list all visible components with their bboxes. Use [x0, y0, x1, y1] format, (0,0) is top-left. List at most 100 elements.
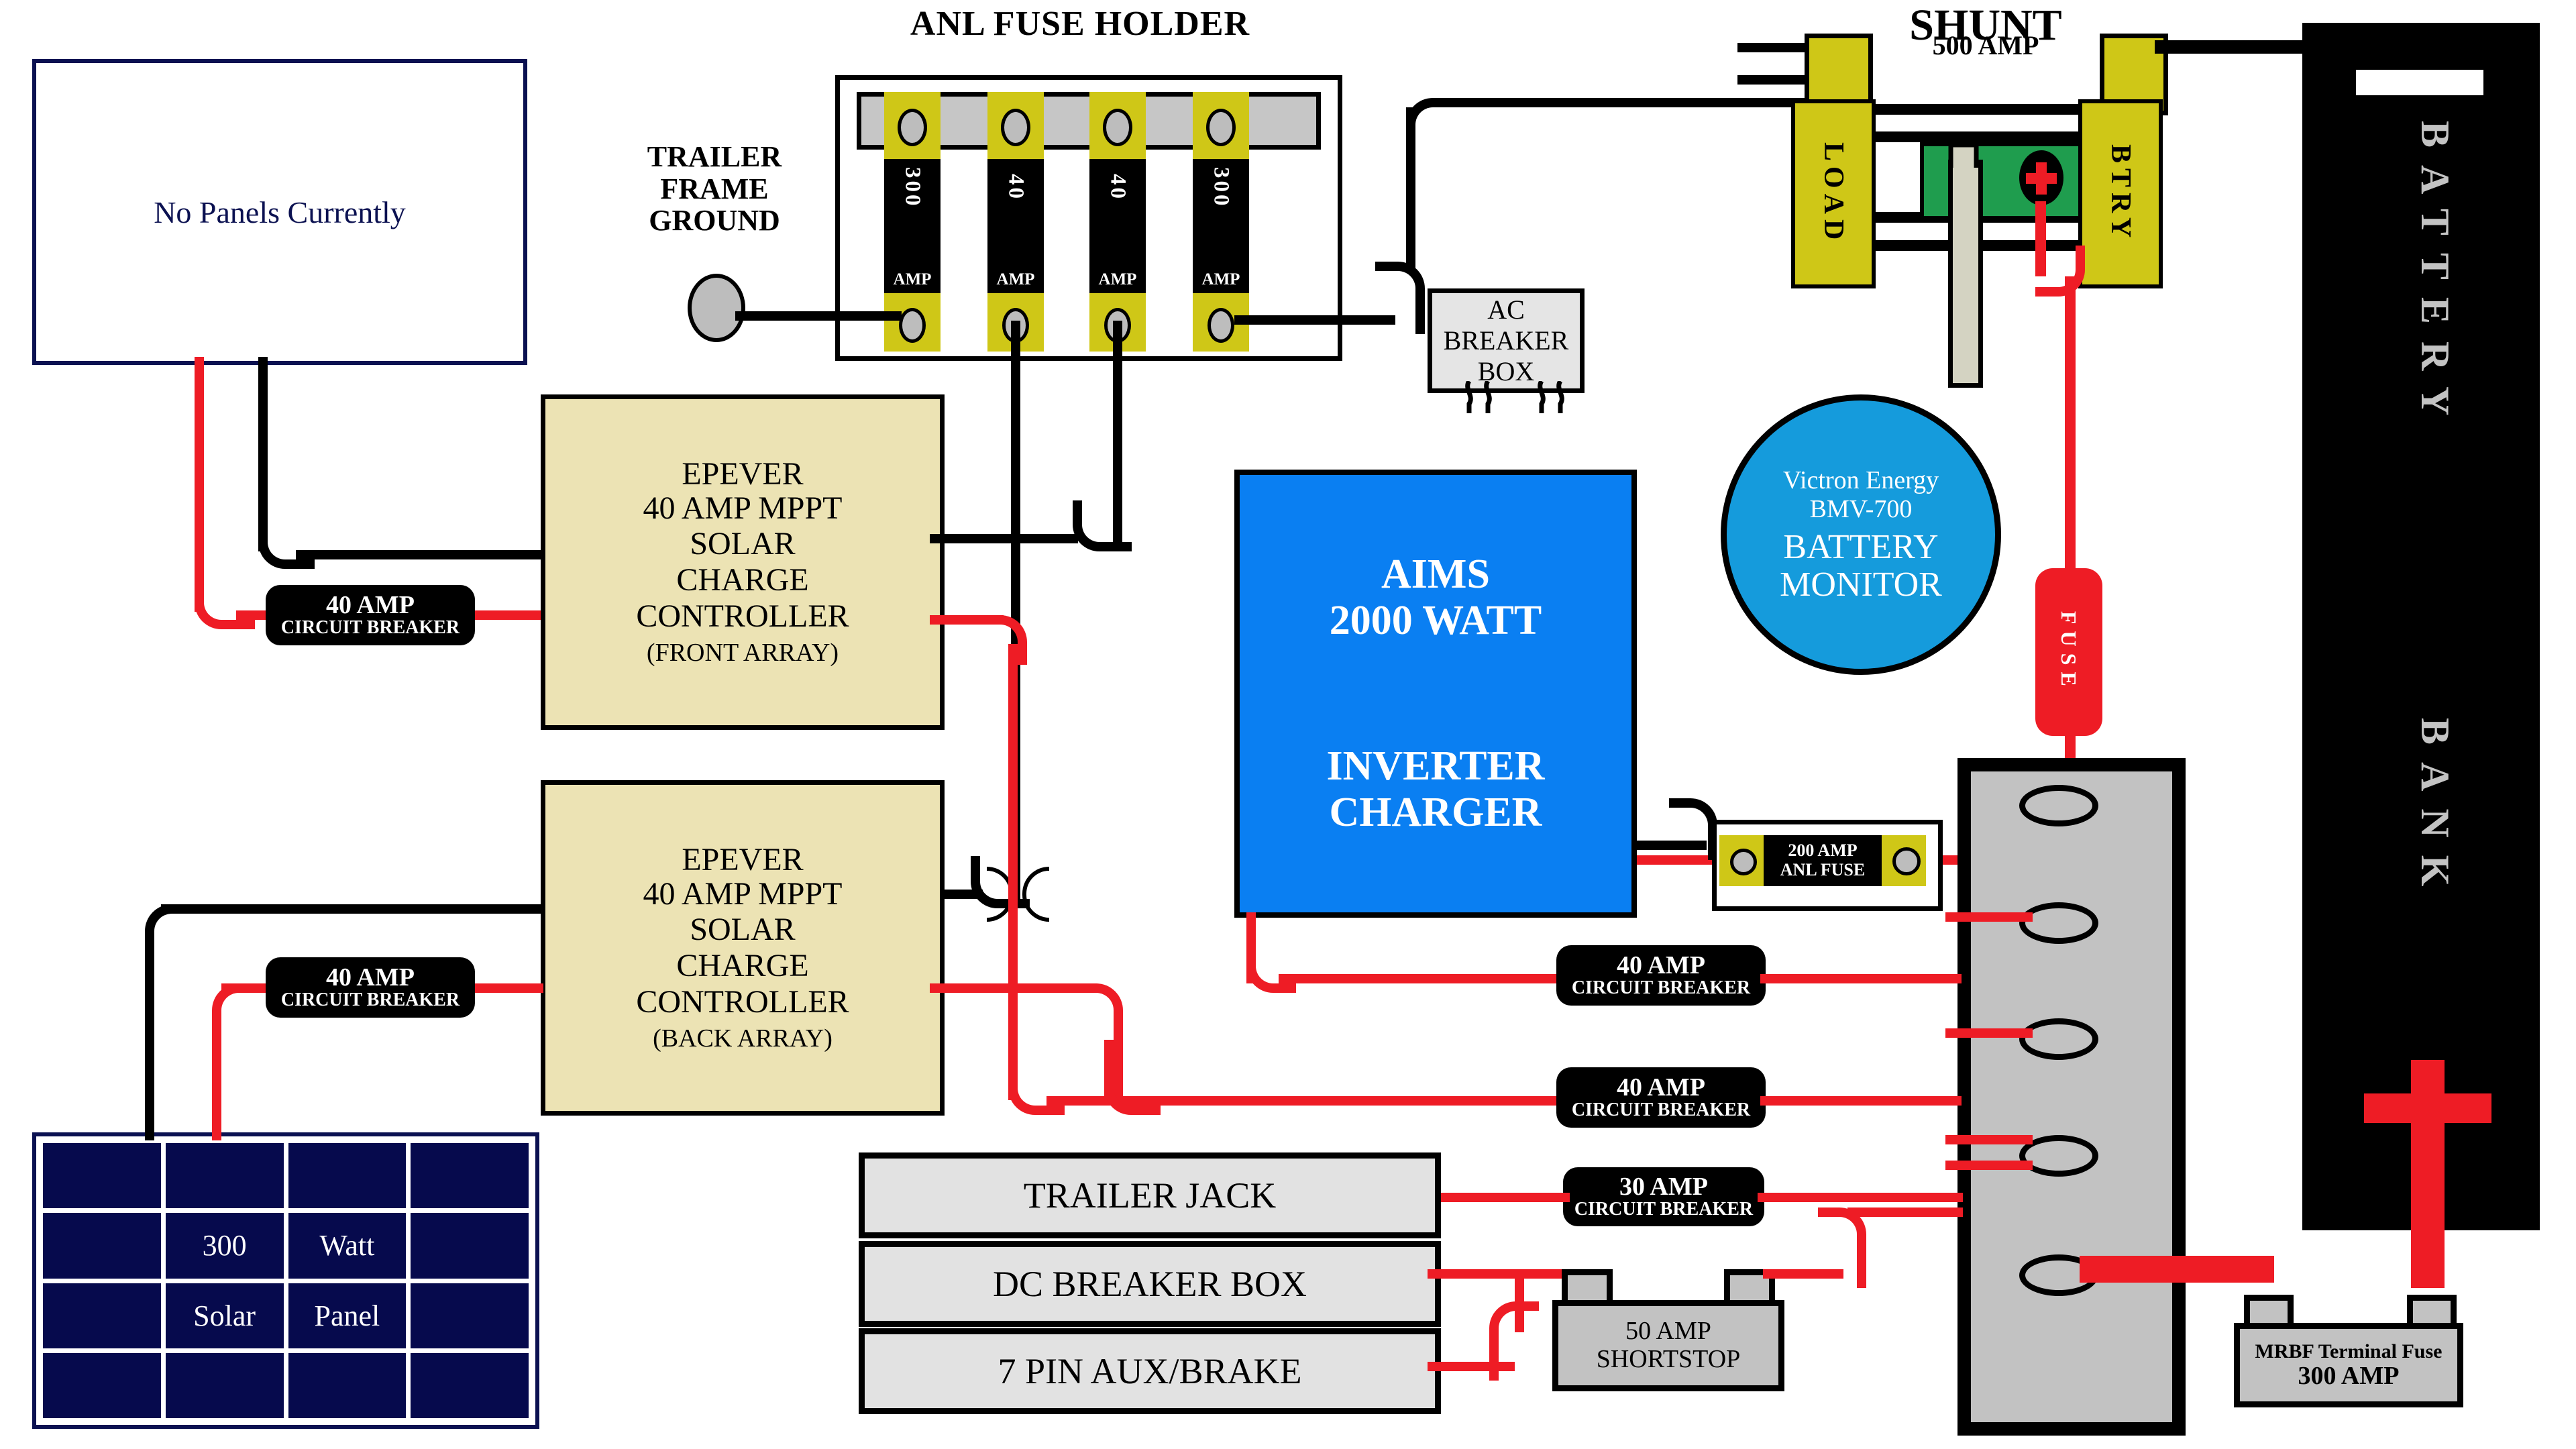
- battery-bank-plus-icon-v: [2411, 1060, 2445, 1159]
- wire-anl-slot3-elbow: [1073, 500, 1132, 551]
- wire-anl-slot4-elbow-up: [1375, 262, 1425, 334]
- wire-battery-positive-to-mrbf: [2411, 1154, 2445, 1288]
- wiring-diagram-canvas: No Panels Currently 40 AMP CIRCUIT BREAK…: [0, 0, 2576, 1449]
- wire-busbar-lug2-feed: [1945, 912, 2033, 922]
- controller-front-array[interactable]: EPEVER 40 AMP MPPT SOLAR CHARGE CONTROLL…: [541, 394, 945, 730]
- battery-monitor-line1: BATTERY: [1783, 528, 1939, 567]
- solar-cell: [288, 1143, 407, 1209]
- anl-fuse-slot-4-rating: 300: [1209, 167, 1234, 209]
- controller-back-rating: 40 AMP MPPT: [643, 876, 843, 912]
- solar-cell: [43, 1352, 161, 1418]
- anl-fuse-slot-2[interactable]: 40 AMP: [987, 92, 1044, 352]
- anl-fuse-slot-2-body: 40 AMP: [987, 159, 1044, 293]
- wire-trailer-jack-to-breaker: [1429, 1193, 1570, 1202]
- breaker-inverter-negative[interactable]: 40 AMP CIRCUIT BREAKER: [1556, 945, 1766, 1006]
- anl-fuse-slot-1-body: 300 AMP: [884, 159, 941, 293]
- ac-breaker-box-line2: BREAKER: [1443, 325, 1569, 356]
- wire-back-controller-left-black: [161, 904, 543, 914]
- breaker-front-array[interactable]: 40 AMP CIRCUIT BREAKER: [266, 585, 475, 645]
- solar-panel-unit: Watt: [319, 1229, 375, 1263]
- solar-panel-cell-grid: 300 Watt Solar Panel: [43, 1143, 529, 1418]
- controller-back-array[interactable]: EPEVER 40 AMP MPPT SOLAR CHARGE CONTROLL…: [541, 780, 945, 1116]
- solar-cell: [411, 1213, 529, 1279]
- anl-fuse-200-line1: 200 AMP: [1788, 841, 1858, 861]
- solar-panel-watts: 300: [202, 1229, 247, 1263]
- bus-bar-lug-3[interactable]: [2019, 1018, 2098, 1060]
- shunt-btry-terminal-label: BTRY: [2105, 144, 2136, 244]
- wire-busbar-lug4-feed-a: [1945, 1135, 2033, 1144]
- anl-fuse-200[interactable]: 200 AMP ANL FUSE: [1712, 820, 1943, 911]
- wire-shunt-load-input-1: [1737, 43, 1807, 52]
- inverter-aims[interactable]: AIMS 2000 WATT INVERTER CHARGER: [1234, 470, 1637, 918]
- solar-cell: [411, 1352, 529, 1418]
- bus-bar-lug-2[interactable]: [2019, 902, 2098, 944]
- solar-panel-panel-text: Panel: [314, 1299, 380, 1332]
- battery-monitor-brand: Victron Energy: [1782, 466, 1939, 495]
- wire-dc-breaker-to-shortstop: [1428, 1269, 1562, 1279]
- anl-fuse-slot-1-bottom-hole: [899, 308, 926, 343]
- wire-back-controller-right-elbow2: [1104, 1068, 1161, 1115]
- anl-fuse-slot-2-unit: AMP: [996, 270, 1035, 288]
- solar-panel-watts-cell: 300: [165, 1213, 284, 1279]
- solar-panel-300w[interactable]: 300 Watt Solar Panel: [32, 1132, 539, 1429]
- controller-front-brand: EPEVER: [682, 455, 804, 492]
- breaker-back-array[interactable]: 40 AMP CIRCUIT BREAKER: [266, 957, 475, 1018]
- negative-bus-bar[interactable]: [1957, 758, 2186, 1436]
- controller-back-brand: EPEVER: [682, 841, 804, 877]
- solar-cell: [411, 1143, 529, 1209]
- wire-busbar-lug4-feed-b: [1945, 1161, 2033, 1170]
- battery-monitor-bmv700[interactable]: Victron Energy BMV-700 BATTERY MONITOR: [1721, 394, 2001, 675]
- wire-solar-panel-negative-lead: [145, 1114, 154, 1140]
- bus-bar-lug-1[interactable]: [2019, 785, 2098, 826]
- controller-back-type2: CHARGE: [676, 947, 809, 983]
- wire-nopanels-negative-to-front-controller: [296, 550, 544, 559]
- anl-fuse-slot-2-top-hole: [1001, 109, 1030, 146]
- anl-fuse-slot-4[interactable]: 300 AMP: [1193, 92, 1249, 352]
- wire-shunt-positive-to-fuse: [2065, 276, 2076, 572]
- wire-anl-slot4-to-load-h1: [1234, 315, 1395, 325]
- wire-front-controller-red-down: [1008, 644, 1018, 1100]
- mrbf-terminal-fuse[interactable]: MRBF Terminal Fuse 300 AMP: [2234, 1323, 2463, 1407]
- shunt-load-terminal[interactable]: LOAD: [1791, 99, 1876, 288]
- shortstop-50amp[interactable]: 50 AMP SHORTSTOP: [1552, 1300, 1784, 1391]
- breaker-controller-negative-rating: 40 AMP: [1617, 1073, 1705, 1102]
- ac-breaker-box-line1: AC: [1487, 294, 1525, 325]
- breaker-trailer-jack-type: CIRCUIT BREAKER: [1574, 1199, 1754, 1220]
- battery-bank-label-1: BATTERY: [2413, 121, 2457, 433]
- anl-fuse-slot-3-unit: AMP: [1098, 270, 1137, 288]
- load-trailer-jack-label: TRAILER JACK: [1023, 1175, 1277, 1216]
- controller-front-rating: 40 AMP MPPT: [643, 490, 843, 527]
- load-trailer-jack[interactable]: TRAILER JACK: [859, 1152, 1441, 1238]
- breaker-trailer-jack-rating: 30 AMP: [1619, 1173, 1708, 1201]
- ac-breaker-box[interactable]: AC BREAKER BOX: [1428, 288, 1585, 393]
- solar-cell: [165, 1143, 284, 1209]
- wire-back-controller-black-down: [145, 953, 154, 1139]
- inverter-brand: AIMS: [1381, 551, 1490, 597]
- shunt-plus-icon-v: [2036, 162, 2047, 195]
- shunt-btry-terminal[interactable]: BTRY: [2078, 99, 2163, 288]
- no-panels-label: No Panels Currently: [154, 195, 406, 229]
- breaker-controller-negative-type: CIRCUIT BREAKER: [1571, 1099, 1751, 1121]
- breaker-controller-negative[interactable]: 40 AMP CIRCUIT BREAKER: [1556, 1067, 1766, 1128]
- solar-panel-solar-text: Solar: [193, 1299, 256, 1332]
- breaker-trailer-jack[interactable]: 30 AMP CIRCUIT BREAKER: [1563, 1167, 1764, 1226]
- anl-fuse-slot-3[interactable]: 40 AMP: [1089, 92, 1146, 352]
- wire-7pin-to-shortstop-v: [1515, 1279, 1524, 1332]
- load-7pin-aux-brake[interactable]: 7 PIN AUX/BRAKE: [859, 1328, 1441, 1414]
- wire-front-controller-red-elbow: [976, 615, 1027, 665]
- wire-inverter-red-to-breaker-row3: [1279, 974, 1556, 983]
- load-dc-breaker-box[interactable]: DC BREAKER BOX: [859, 1241, 1441, 1327]
- ground-lug-icon: [688, 274, 745, 342]
- controller-front-type1: SOLAR: [690, 526, 796, 562]
- breaker-back-array-type: CIRCUIT BREAKER: [280, 989, 460, 1011]
- shunt-load-terminal-label: LOAD: [1818, 142, 1849, 246]
- wire-nopanels-positive-vertical: [195, 357, 204, 612]
- wire-nopanels-negative-elbow: [258, 530, 315, 569]
- inline-fuse[interactable]: FUSE: [2035, 568, 2102, 736]
- anl-fuse-slot-1-rating: 300: [900, 167, 925, 209]
- breaker-back-array-rating: 40 AMP: [326, 963, 415, 992]
- breaker-front-array-type: CIRCUIT BREAKER: [280, 617, 460, 639]
- anl-fuse-slot-4-top-hole: [1206, 109, 1236, 146]
- controller-front-type3: CONTROLLER: [636, 598, 849, 634]
- shunt-monitor-cable: [1948, 160, 1983, 388]
